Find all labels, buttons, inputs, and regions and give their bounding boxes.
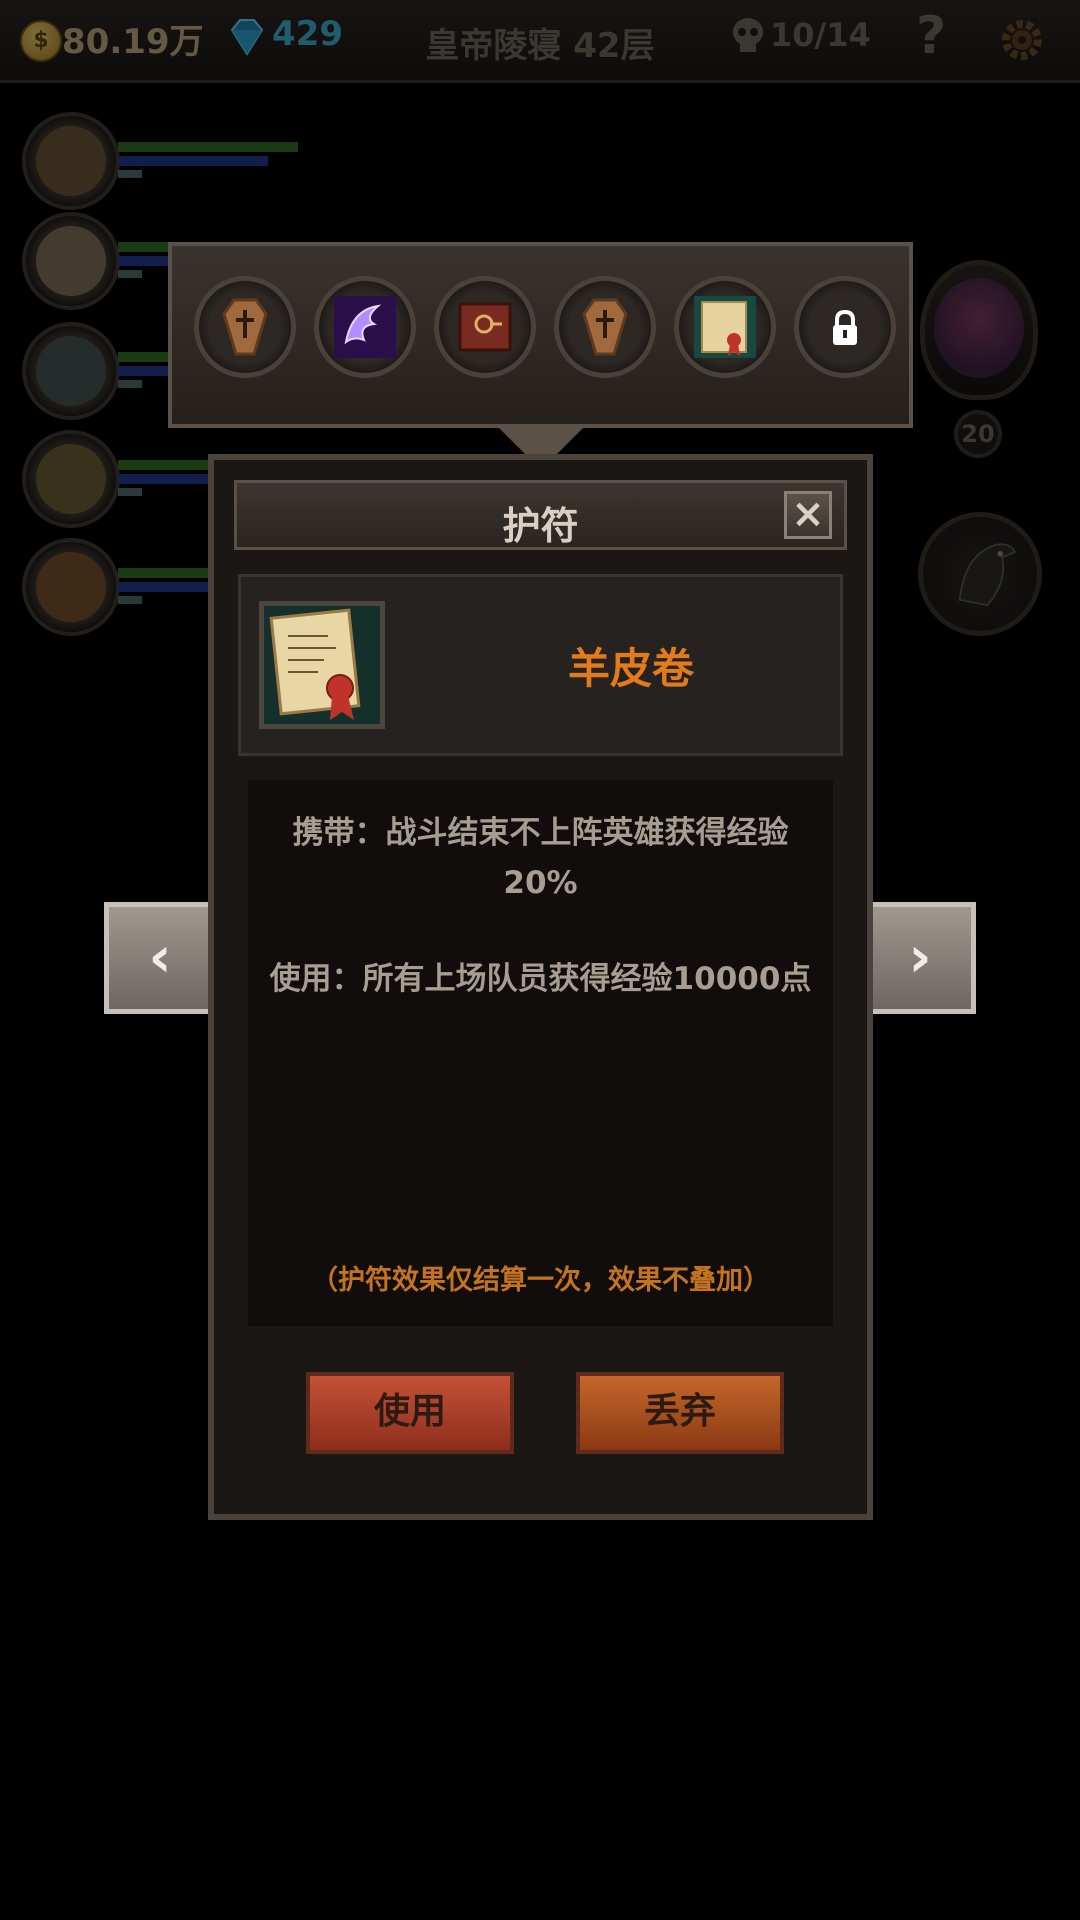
amulet-slots-bar: [168, 242, 913, 470]
amulet-slot-selected[interactable]: [674, 276, 776, 378]
hero-slot[interactable]: [22, 430, 283, 528]
lock-icon: [833, 309, 857, 345]
xp-bar: [118, 170, 142, 178]
description-panel: 携带：战斗结束不上阵英雄获得经验20% 使用：所有上场队员获得经验10000点 …: [248, 780, 833, 1326]
amulet-dialog: 护符 × 羊皮卷 携带：战斗结束不上阵英雄获得经验20% 使用：所有上场队员获得…: [208, 454, 873, 1520]
prev-arrow-button[interactable]: ‹: [104, 902, 216, 1014]
gear-icon[interactable]: [996, 14, 1048, 66]
hero-slot[interactable]: [22, 212, 288, 310]
use-button[interactable]: 使用: [306, 1372, 514, 1454]
hero-slot[interactable]: [22, 538, 268, 636]
purple-dragon-icon: [334, 296, 396, 358]
hero-portrait: [36, 336, 106, 406]
hero-portrait: [36, 126, 106, 196]
hero-slot[interactable]: [22, 112, 298, 210]
amulet-slot[interactable]: [434, 276, 536, 378]
mp-bar: [118, 156, 268, 166]
help-button[interactable]: ?: [916, 6, 946, 66]
item-name: 羊皮卷: [567, 644, 694, 693]
boss-level-badge: 20: [954, 410, 1002, 458]
dialog-header: 护符 ×: [234, 480, 847, 550]
hero-portrait: [36, 444, 106, 514]
amulet-slot[interactable]: [314, 276, 416, 378]
xp-bar: [118, 270, 142, 278]
next-arrow-button[interactable]: ›: [864, 902, 976, 1014]
magnifier-book-icon: [458, 302, 512, 352]
chevron-right-icon: ›: [908, 925, 932, 990]
boss-image: [934, 278, 1024, 378]
hero-slot[interactable]: [22, 322, 278, 420]
boss-portrait[interactable]: 20: [920, 260, 1038, 458]
chevron-left-icon: ‹: [148, 925, 172, 990]
dialog-title: 护符: [502, 504, 579, 548]
parchment-scroll-icon: [259, 601, 385, 729]
kill-counter: 10/14: [770, 16, 871, 54]
carry-effect-text: 携带：战斗结束不上阵英雄获得经验20%: [292, 815, 789, 901]
amulet-slot-locked: [794, 276, 896, 378]
discard-button[interactable]: 丢弃: [576, 1372, 784, 1454]
hp-bar: [118, 142, 298, 152]
hero-portrait: [36, 552, 106, 622]
amulet-slot[interactable]: [194, 276, 296, 378]
use-effect-text: 使用：所有上场队员获得经验10000点: [269, 961, 812, 997]
coffin-icon: [222, 298, 268, 356]
top-bar: $ 80.19万 429 皇帝陵寝 42层 10/14 ?: [0, 0, 1080, 83]
coffin-icon: [582, 298, 628, 356]
close-button[interactable]: ×: [784, 491, 832, 539]
stacking-note: （护符效果仅结算一次，效果不叠加）: [311, 1265, 770, 1296]
item-panel: 羊皮卷: [238, 574, 843, 756]
parchment-scroll-icon: [694, 296, 756, 358]
xp-bar: [118, 380, 142, 388]
xp-bar: [118, 488, 142, 496]
amulet-slot[interactable]: [554, 276, 656, 378]
skull-icon: [733, 18, 763, 52]
hero-portrait: [36, 226, 106, 296]
xp-bar: [118, 596, 142, 604]
crow-skill-icon[interactable]: [918, 512, 1042, 636]
